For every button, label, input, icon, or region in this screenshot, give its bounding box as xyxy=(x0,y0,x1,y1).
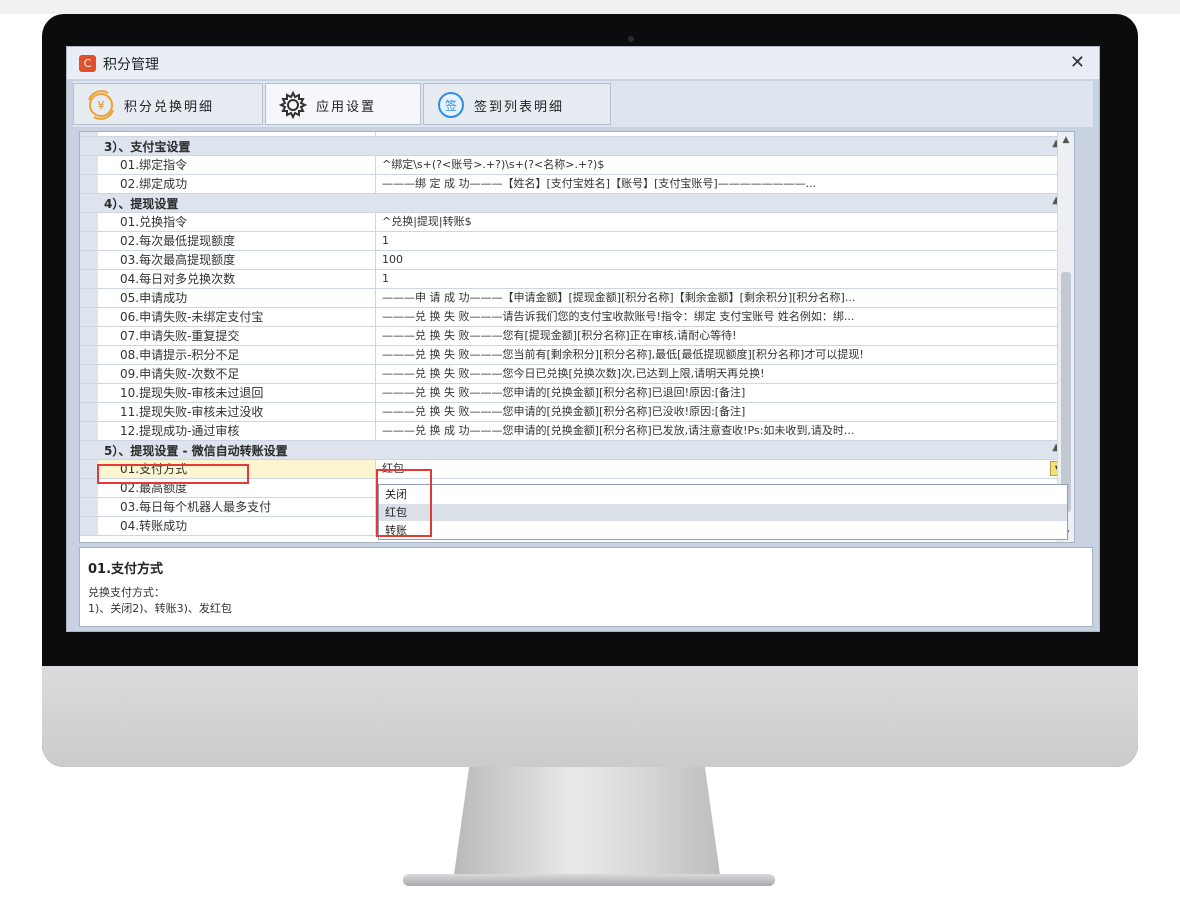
property-value[interactable]: ———兑 换 失 败———您当前有[剩余积分][积分名称],最低[最低提现额度]… xyxy=(376,346,1070,364)
description-text: 兑换支付方式： xyxy=(88,586,165,599)
grid-row[interactable]: 03.每次最高提现额度 100 xyxy=(80,251,1070,270)
grid-row[interactable]: 08.申请提示-积分不足 ———兑 换 失 败———您当前有[剩余积分][积分名称… xyxy=(80,346,1070,365)
sign-in-icon: 签 xyxy=(438,92,464,118)
property-name: 08.申请提示-积分不足 xyxy=(98,346,376,364)
property-value[interactable]: ———申 请 成 功———【申请金额】[提现金额][积分名称]【剩余金额】[剩余… xyxy=(376,289,1070,307)
property-name: 02.绑定成功 xyxy=(98,175,376,193)
highlight-box xyxy=(376,469,432,537)
category-wechat-transfer-settings[interactable]: 5）、提现设置 - 微信自动转账设置 ▲ xyxy=(80,441,1070,460)
category-label: 5）、提现设置 - 微信自动转账设置 xyxy=(104,444,288,458)
svg-text:¥: ¥ xyxy=(98,99,105,112)
category-withdraw-settings[interactable]: 4）、提现设置 ▲ xyxy=(80,194,1070,213)
property-name: 05.申请成功 xyxy=(98,289,376,307)
grid-row[interactable]: 09.申请失败-次数不足 ———兑 换 失 败———您今日已兑换[兑换次数]次,已… xyxy=(80,365,1070,384)
grid-row[interactable]: 06.申请失败-未绑定支付宝 ———兑 换 失 败———请告诉我们您的支付宝收款账… xyxy=(80,308,1070,327)
scroll-up-icon[interactable]: ▲ xyxy=(1058,132,1074,148)
tab-sign-in-list[interactable]: 签 签到列表明细 xyxy=(423,83,611,125)
tab-label: 积分兑换明细 xyxy=(124,100,215,115)
tab-points-exchange[interactable]: ¥ 积分兑换明细 xyxy=(73,83,263,125)
title-bar: C 积分管理 ✕ xyxy=(67,47,1099,79)
monitor-chin xyxy=(42,666,1138,767)
property-name: 07.申请失败-重复提交 xyxy=(98,327,376,345)
property-name: 04.每日对多兑换次数 xyxy=(98,270,376,288)
page-top-strip xyxy=(0,0,1180,14)
property-value[interactable]: ———绑 定 成 功———【姓名】[支付宝姓名]【账号】[支付宝账号]—————… xyxy=(376,175,1070,193)
payment-method-select[interactable]: 红包 xyxy=(376,460,1070,478)
dropdown-option-transfer[interactable]: 转账 xyxy=(379,522,1067,539)
property-name: 01.兑换指令 xyxy=(98,213,376,231)
property-value[interactable]: 100 xyxy=(376,251,1070,269)
description-text: 1)、关闭2)、转账3)、发红包 xyxy=(88,602,232,615)
category-label: 3）、支付宝设置 xyxy=(104,140,191,154)
webcam-dot xyxy=(628,36,634,42)
property-value[interactable]: ———兑 换 失 败———请告诉我们您的支付宝收款账号!指令：绑定 支付宝账号 … xyxy=(376,308,1070,326)
tab-label: 签到列表明细 xyxy=(474,100,565,115)
grid-row[interactable]: 05.申请成功 ———申 请 成 功———【申请金额】[提现金额][积分名称]【剩… xyxy=(80,289,1070,308)
monitor-base xyxy=(403,874,775,886)
property-value[interactable]: ———兑 换 失 败———您今日已兑换[兑换次数]次,已达到上限,请明天再兑换! xyxy=(376,365,1070,383)
gear-icon xyxy=(278,90,308,120)
tab-label: 应用设置 xyxy=(316,100,377,115)
app-logo-icon: C xyxy=(79,55,96,72)
sign-in-icon-text: 签 xyxy=(445,98,457,113)
window-title: 积分管理 xyxy=(103,57,159,73)
close-button[interactable]: ✕ xyxy=(1070,52,1085,73)
property-name: 10.提现失败-审核未过退回 xyxy=(98,384,376,402)
tab-bar: ¥ 积分兑换明细 应用设置 签 签到列表明细 xyxy=(73,81,1093,127)
description-title: 01.支付方式 xyxy=(88,562,164,577)
property-value[interactable]: ^绑定\s+(?<账号>.+?)\s+(?<名称>.+?)$ xyxy=(376,156,1070,174)
points-management-window: C 积分管理 ✕ ¥ 积分兑换明细 应用设置 签 签到列表明细 3）、支付宝设置… xyxy=(66,46,1100,632)
highlight-box xyxy=(97,464,249,484)
category-alipay-settings[interactable]: 3）、支付宝设置 ▲ xyxy=(80,137,1070,156)
grid-row[interactable]: 10.提现失败-审核未过退回 ———兑 换 失 败———您申请的[兑换金额][积分… xyxy=(80,384,1070,403)
grid-row[interactable]: 12.提现成功-通过审核 ———兑 换 成 功———您申请的[兑换金额][积分名称… xyxy=(80,422,1070,441)
grid-row[interactable]: 01.绑定指令 ^绑定\s+(?<账号>.+?)\s+(?<名称>.+?)$ xyxy=(80,156,1070,175)
payment-method-dropdown[interactable]: 关闭 红包 转账 xyxy=(378,484,1068,540)
property-value[interactable]: 1 xyxy=(376,270,1070,288)
tab-app-settings[interactable]: 应用设置 xyxy=(265,83,421,125)
grid-row[interactable]: 11.提现失败-审核未过没收 ———兑 换 失 败———您申请的[兑换金额][积分… xyxy=(80,403,1070,422)
yuan-exchange-icon: ¥ xyxy=(88,90,114,120)
property-name: 01.绑定指令 xyxy=(98,156,376,174)
scrollbar-thumb[interactable] xyxy=(1061,272,1071,512)
property-name: 06.申请失败-未绑定支付宝 xyxy=(98,308,376,326)
property-value[interactable]: ———兑 换 成 功———您申请的[兑换金额][积分名称]已发放,请注意查收!P… xyxy=(376,422,1070,440)
category-label: 4）、提现设置 xyxy=(104,197,179,211)
property-value[interactable]: ^兑换|提现|转账$ xyxy=(376,213,1070,231)
grid-row[interactable]: 02.绑定成功 ———绑 定 成 功———【姓名】[支付宝姓名]【账号】[支付宝账… xyxy=(80,175,1070,194)
grid-row[interactable]: 01.兑换指令 ^兑换|提现|转账$ xyxy=(80,213,1070,232)
property-value[interactable]: ———兑 换 失 败———您有[提现金额][积分名称]正在审核,请耐心等待! xyxy=(376,327,1070,345)
property-name: 12.提现成功-通过审核 xyxy=(98,422,376,440)
dropdown-option-close[interactable]: 关闭 xyxy=(379,486,1067,503)
property-value[interactable]: ———兑 换 失 败———您申请的[兑换金额][积分名称]已退回!原因:[备注] xyxy=(376,384,1070,402)
property-name: 03.每次最高提现额度 xyxy=(98,251,376,269)
property-value[interactable]: 1 xyxy=(376,232,1070,250)
property-name: 02.每次最低提现额度 xyxy=(98,232,376,250)
property-name: 04.转账成功 xyxy=(98,517,376,535)
description-panel: 01.支付方式 兑换支付方式： 1)、关闭2)、转账3)、发红包 xyxy=(79,547,1093,627)
monitor-stand xyxy=(453,767,721,882)
grid-row[interactable]: 02.每次最低提现额度 1 xyxy=(80,232,1070,251)
property-name: 11.提现失败-审核未过没收 xyxy=(98,403,376,421)
property-name: 03.每日每个机器人最多支付 xyxy=(98,498,376,516)
grid-row[interactable]: 04.每日对多兑换次数 1 xyxy=(80,270,1070,289)
vertical-scrollbar[interactable]: ▲ ▼ xyxy=(1057,132,1074,542)
property-name: 09.申请失败-次数不足 xyxy=(98,365,376,383)
property-value[interactable]: ———兑 换 失 败———您申请的[兑换金额][积分名称]已没收!原因:[备注] xyxy=(376,403,1070,421)
grid-row[interactable]: 07.申请失败-重复提交 ———兑 换 失 败———您有[提现金额][积分名称]正… xyxy=(80,327,1070,346)
dropdown-option-red-packet[interactable]: 红包 xyxy=(379,504,1067,521)
